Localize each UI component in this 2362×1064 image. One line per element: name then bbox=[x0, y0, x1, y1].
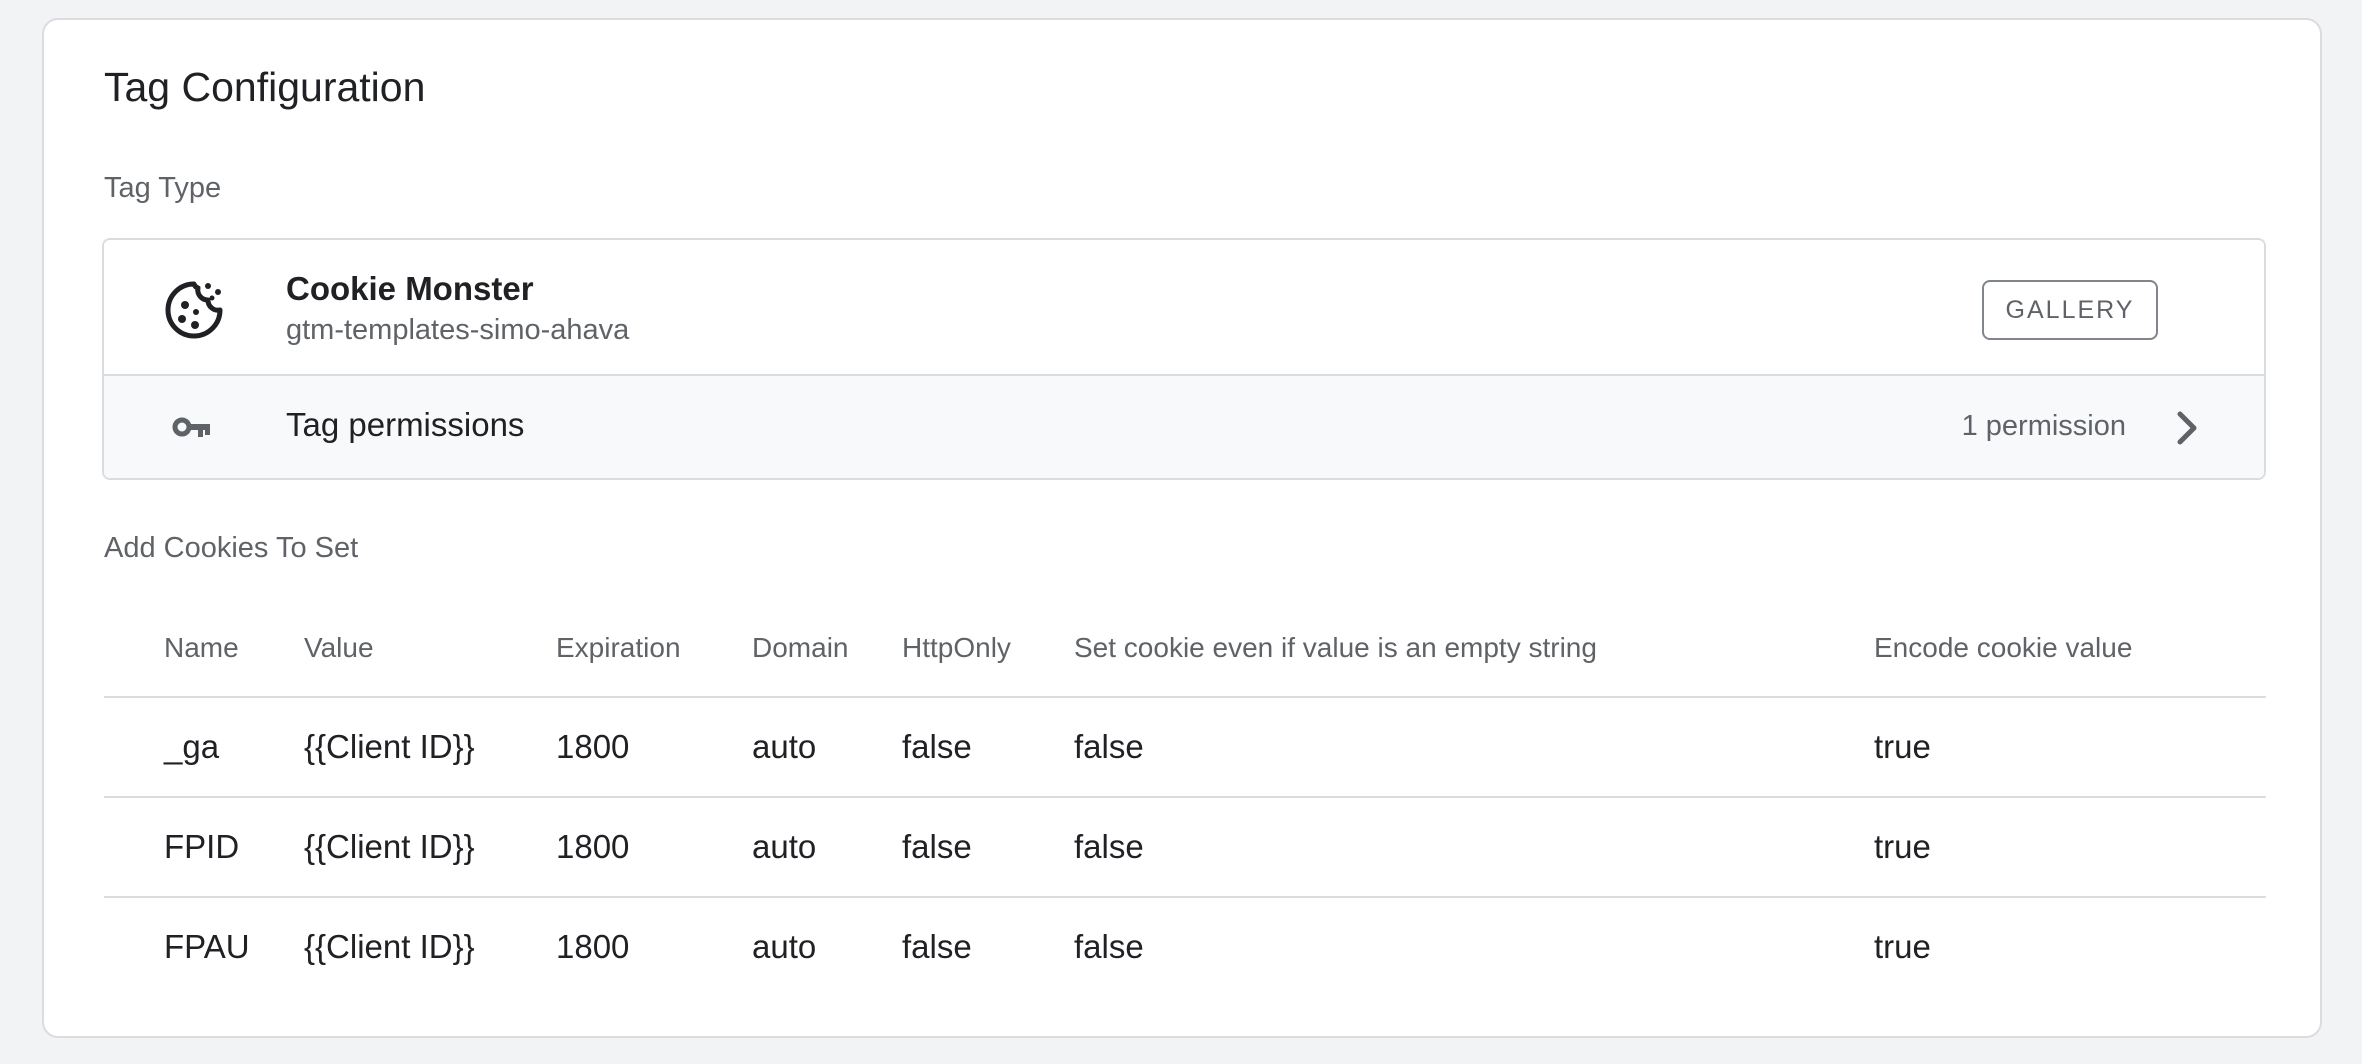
column-header-expiration: Expiration bbox=[556, 600, 752, 698]
table-row: FPAU {{Client ID}} 1800 auto false false… bbox=[104, 897, 2266, 996]
tag-permissions-label: Tag permissions bbox=[286, 406, 525, 443]
tag-template-name: Cookie Monster bbox=[286, 270, 534, 307]
cookie-domain-cell: auto bbox=[752, 797, 902, 898]
column-header-httponly: HttpOnly bbox=[902, 600, 1074, 698]
cookie-domain-cell: auto bbox=[752, 928, 817, 965]
tag-template-publisher: gtm-templates-simo-ahava bbox=[286, 314, 630, 346]
cookies-section-label: Add Cookies To Set bbox=[104, 532, 359, 564]
cookie-expiration-cell: 1800 bbox=[556, 697, 752, 798]
cookie-httponly-cell: false bbox=[902, 797, 1074, 898]
card-title: Tag Configuration bbox=[104, 64, 426, 110]
cookie-icon bbox=[165, 281, 223, 339]
cookie-name-cell: FPAU bbox=[164, 928, 250, 965]
cookie-expiration-cell: 1800 bbox=[556, 797, 752, 898]
cookie-value-cell: {{Client ID}} bbox=[304, 928, 475, 965]
table-row: _ga {{Client ID}} 1800 auto false false … bbox=[104, 697, 2266, 798]
column-header-name: Name bbox=[104, 600, 304, 698]
tag-configuration-card: Tag Configuration Tag Type Cookie Monste… bbox=[42, 18, 2322, 1038]
cookie-httponly-cell: false bbox=[902, 928, 972, 965]
cookie-encode-cell: true bbox=[1874, 697, 2266, 798]
column-header-domain: Domain bbox=[752, 600, 902, 698]
cookie-empty-string-cell: false bbox=[1074, 697, 1874, 798]
column-header-empty-string: Set cookie even if value is an empty str… bbox=[1074, 600, 1874, 698]
column-header-encode: Encode cookie value bbox=[1874, 600, 2266, 698]
key-icon bbox=[172, 417, 210, 437]
cookie-value-cell: {{Client ID}} bbox=[304, 697, 556, 798]
tag-type-label: Tag Type bbox=[104, 172, 222, 204]
cookie-encode-cell: true bbox=[1874, 928, 1931, 965]
cookie-name-cell: _ga bbox=[104, 697, 304, 798]
permission-count: 1 permission bbox=[1961, 410, 2126, 442]
gallery-button[interactable]: GALLERY bbox=[1982, 280, 2158, 340]
cookie-expiration-cell: 1800 bbox=[556, 928, 630, 965]
cookies-table: Name Value Expiration Domain HttpOnly Se… bbox=[104, 600, 2266, 996]
cookie-domain-cell: auto bbox=[752, 697, 902, 798]
table-row: FPID {{Client ID}} 1800 auto false false… bbox=[104, 797, 2266, 898]
cookie-name-cell: FPID bbox=[104, 797, 304, 898]
tag-type-row[interactable]: Cookie Monster gtm-templates-simo-ahava … bbox=[104, 240, 2264, 376]
tag-type-box: Cookie Monster gtm-templates-simo-ahava … bbox=[102, 238, 2266, 480]
cookie-value-cell: {{Client ID}} bbox=[304, 797, 556, 898]
chevron-right-icon[interactable] bbox=[2170, 408, 2204, 448]
cookie-encode-cell: true bbox=[1874, 797, 2266, 898]
cookie-empty-string-cell: false bbox=[1074, 797, 1874, 898]
table-header-row: Name Value Expiration Domain HttpOnly Se… bbox=[104, 600, 2266, 698]
column-header-value: Value bbox=[304, 600, 556, 698]
cookie-empty-string-cell: false bbox=[1074, 928, 1144, 965]
tag-permissions-row[interactable]: Tag permissions 1 permission bbox=[104, 376, 2264, 478]
cookie-httponly-cell: false bbox=[902, 697, 1074, 798]
